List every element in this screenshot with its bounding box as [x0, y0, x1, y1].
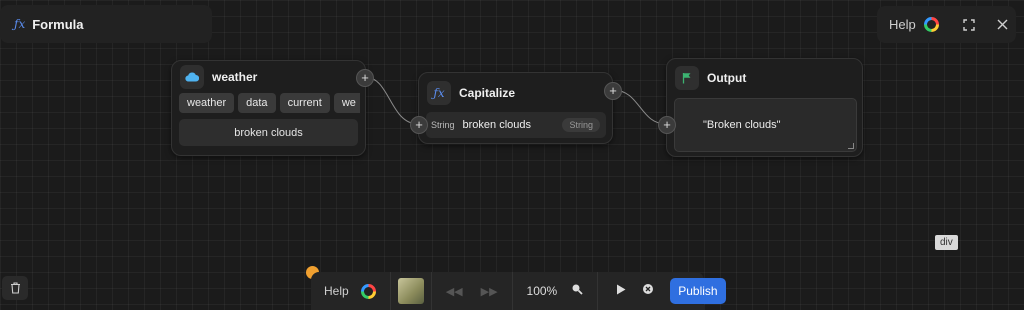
publish-button[interactable]: Publish — [670, 278, 726, 304]
wire-weather-to-capitalize — [364, 76, 419, 125]
output-input-port[interactable]: + — [658, 116, 676, 134]
expand-icon[interactable] — [963, 18, 975, 31]
input-type-label: String — [431, 120, 455, 130]
close-icon[interactable] — [997, 19, 1008, 30]
toolbar-thumb[interactable] — [391, 272, 432, 310]
capitalize-input-port[interactable]: + — [410, 116, 428, 134]
weather-node[interactable]: weather weather data current we broken c… — [171, 60, 374, 156]
path-chip[interactable]: weather — [179, 93, 235, 113]
output-node-title: Output — [707, 71, 747, 85]
zoom-controls: 100% — [513, 272, 599, 310]
path-chip[interactable]: we — [333, 93, 360, 113]
capitalize-node-title: Capitalize — [459, 86, 516, 100]
output-value: "Broken clouds" — [703, 119, 781, 131]
toolbar-help-label[interactable]: Help — [324, 284, 349, 298]
toolbar-help[interactable]: Help — [311, 272, 391, 310]
flag-icon — [675, 66, 699, 90]
resize-handle-icon[interactable] — [848, 143, 854, 149]
path-chips: weather data current we — [172, 93, 360, 113]
output-node[interactable]: Output "Broken clouds" + — [658, 58, 863, 157]
stop-icon[interactable] — [642, 282, 654, 300]
capitalize-output-port[interactable]: + — [604, 82, 622, 100]
weather-node-title: weather — [212, 70, 258, 84]
help-ring-icon[interactable] — [923, 17, 939, 32]
output-type-badge: String — [562, 118, 600, 132]
element-tooltip: div — [935, 235, 958, 250]
zoom-level[interactable]: 100% — [527, 284, 558, 298]
help-ring-icon[interactable] — [360, 283, 376, 299]
capitalize-node[interactable]: ƒx Capitalize String broken clouds Strin… — [410, 72, 622, 144]
cloud-icon — [180, 65, 204, 89]
preview-thumbnail[interactable] — [397, 278, 424, 304]
input-value: broken clouds — [462, 119, 532, 131]
bottom-toolbar: Help ◀◀ ▶▶ 100% Publish — [311, 272, 726, 310]
fx-icon: ƒx — [14, 17, 26, 31]
history-controls: ◀◀ ▶▶ — [432, 272, 513, 310]
rewind-icon[interactable]: ◀◀ — [446, 285, 463, 298]
fast-forward-icon[interactable]: ▶▶ — [481, 285, 498, 298]
fx-icon: ƒx — [427, 81, 451, 105]
zoom-icon[interactable] — [571, 282, 583, 300]
path-chip[interactable]: current — [279, 93, 330, 113]
page-title: Formula — [32, 16, 84, 32]
weather-output-port[interactable]: + — [356, 69, 374, 87]
trash-button[interactable] — [2, 276, 28, 300]
formula-title-panel: ƒx Formula — [0, 5, 212, 43]
play-icon[interactable] — [616, 282, 626, 300]
path-chip[interactable]: data — [238, 93, 276, 113]
run-controls: Publish — [598, 272, 731, 310]
help-label[interactable]: Help — [889, 17, 916, 32]
output-value-area[interactable]: "Broken clouds" — [674, 98, 857, 152]
top-right-controls: Help — [877, 6, 1016, 43]
weather-value: broken clouds — [179, 119, 358, 146]
capitalize-input-row: String broken clouds String — [426, 112, 606, 138]
connection-wires — [364, 76, 667, 125]
trash-icon — [10, 282, 20, 294]
